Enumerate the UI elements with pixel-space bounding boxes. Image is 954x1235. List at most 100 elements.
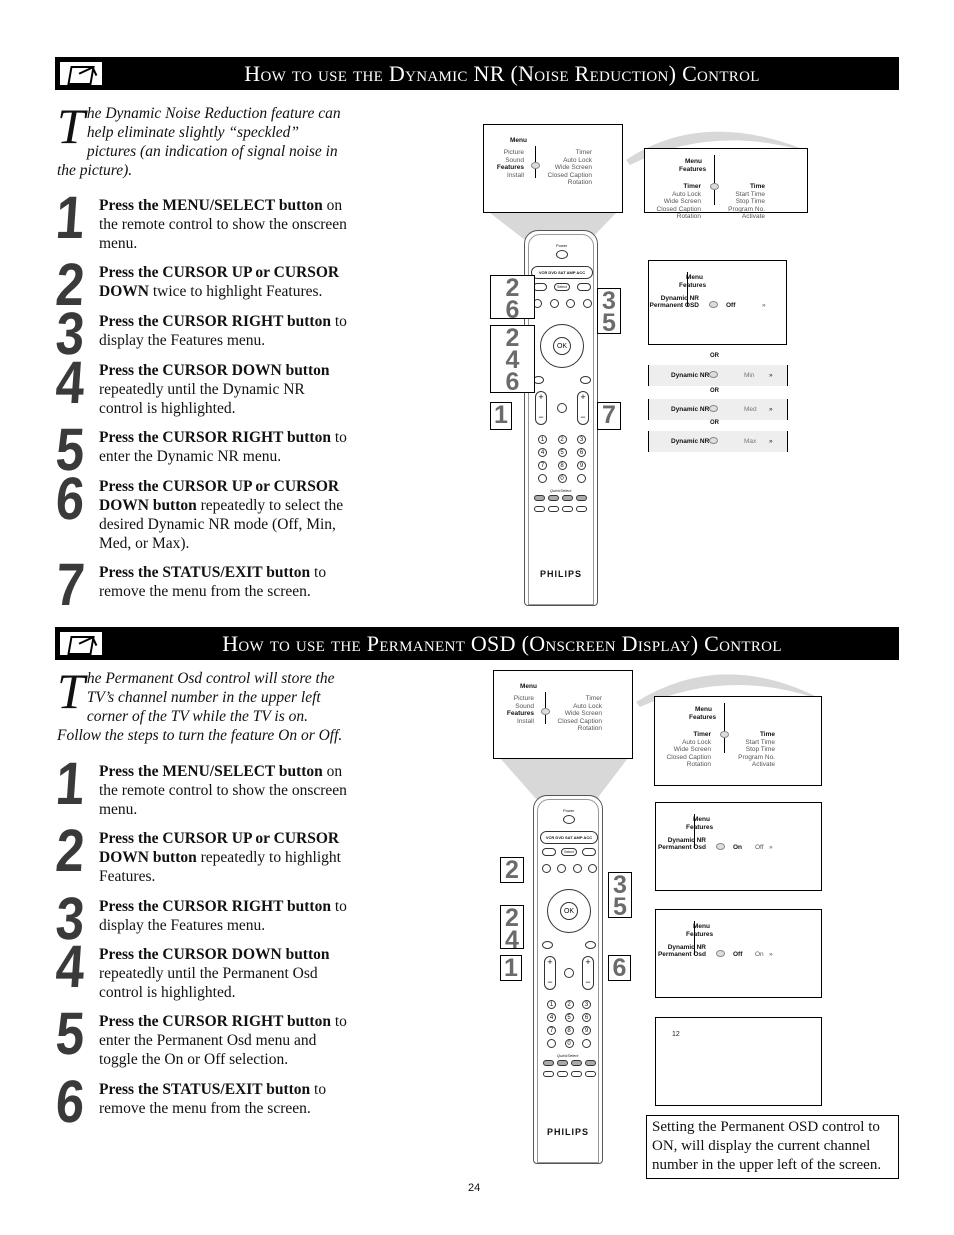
number-key[interactable]: 0 [564,1039,574,1048]
function-button[interactable] [533,283,547,291]
menu-item[interactable]: Picture [514,695,534,703]
volume-rocker[interactable]: + − [535,391,547,425]
function-button[interactable] [582,848,596,856]
quick-button[interactable] [557,1060,568,1066]
menu-item[interactable]: Features [497,164,524,172]
mode-value[interactable]: Min [744,372,754,379]
quick-button[interactable] [557,1071,568,1077]
number-key[interactable]: 8 [557,461,567,470]
menu-item[interactable]: Picture [504,149,524,157]
number-key[interactable] [547,1039,556,1048]
quick-button[interactable] [543,1060,554,1066]
transport-button[interactable] [583,299,592,308]
features-item[interactable]: Timer [683,183,701,191]
select-button[interactable]: Select [554,283,570,291]
or-label: OR [710,388,719,394]
selected-value[interactable]: Off [733,951,742,959]
number-key[interactable] [582,1039,591,1048]
quick-button[interactable] [562,495,573,501]
number-key[interactable]: 9 [577,461,586,470]
menu-item[interactable]: Features [507,710,534,718]
features-item[interactable]: Auto Lock [672,191,701,199]
mode-value[interactable]: Med [744,406,757,413]
mode-value[interactable]: Max [744,438,756,445]
selected-value[interactable]: On [733,844,742,852]
features-item[interactable]: Timer [693,731,711,739]
quick-button[interactable] [534,506,545,512]
quick-button[interactable] [585,1071,596,1077]
number-key[interactable] [538,474,547,483]
number-key[interactable]: 4 [538,448,547,457]
quick-button[interactable] [534,495,545,501]
quick-button[interactable] [543,1071,554,1077]
submenu-item: Wide Screen [564,710,602,717]
permanent-osd-item[interactable]: Permanent Osd [658,844,706,852]
quick-button[interactable] [548,506,559,512]
quick-button[interactable] [576,495,587,501]
quickselect-label: QuickSelect [550,488,572,493]
number-key[interactable]: 2 [557,435,567,444]
menu-item[interactable]: Sound [505,157,524,165]
volume-rocker[interactable]: + − [544,956,556,990]
function-button[interactable] [542,848,556,856]
status-exit-button[interactable] [585,941,596,949]
source-buttons[interactable]: VCR DVD SAT AMP ACC [531,266,593,279]
ok-button[interactable]: OK [560,902,578,920]
quick-button[interactable] [571,1071,582,1077]
number-key[interactable]: 9 [582,1026,591,1035]
transport-button[interactable] [549,299,559,308]
features-menu-screen: Menu Features Timer Auto Lock Wide Screen Cl… [644,148,808,220]
number-key[interactable]: 3 [582,1000,591,1009]
quick-button[interactable] [562,506,573,512]
number-key[interactable]: 4 [547,1013,556,1022]
function-button[interactable] [577,283,591,291]
number-key[interactable]: 8 [564,1026,574,1035]
selected-value[interactable]: Off [726,302,735,310]
number-key[interactable]: 7 [538,461,547,470]
transport-button[interactable] [588,864,597,873]
select-button[interactable]: Select [561,848,577,856]
power-button[interactable] [556,250,568,259]
mute-button[interactable] [564,968,574,978]
features-item[interactable]: Auto Lock [682,739,711,747]
number-key[interactable]: 7 [547,1026,556,1035]
power-button[interactable] [563,815,575,824]
features-item[interactable]: Rotation [687,761,711,769]
number-key[interactable]: 5 [557,448,567,457]
menu-item[interactable]: Sound [515,703,534,711]
number-key[interactable]: 0 [557,474,567,483]
number-key[interactable]: 3 [577,435,586,444]
transport-button[interactable] [542,864,551,873]
mute-button[interactable] [557,403,567,413]
quick-button[interactable] [571,1060,582,1066]
quick-button[interactable] [585,1060,596,1066]
number-key[interactable]: 6 [577,448,586,457]
menu-title: Menu [693,923,710,930]
feature-setting-screen: Menu Features Dynamic NR Permanent OSD O… [648,260,787,345]
number-key[interactable] [577,474,586,483]
number-key[interactable]: 1 [547,1000,556,1009]
menu-select-button[interactable] [542,941,553,949]
status-exit-button[interactable] [580,376,591,384]
channel-rocker[interactable]: + − [582,956,594,990]
permanent-osd-item[interactable]: Permanent OSD [650,302,700,310]
features-item[interactable]: Closed Caption [667,754,711,762]
features-item[interactable]: Rotation [677,213,701,221]
ok-button[interactable]: OK [553,337,571,355]
features-item[interactable]: Closed Caption [657,206,701,214]
source-buttons[interactable]: VCR DVD SAT AMP ACC [540,831,598,844]
permanent-osd-item[interactable]: Permanent Osd [658,951,706,959]
callout-numbers: 2 4 [505,904,519,954]
transport-button[interactable] [572,864,582,873]
features-item[interactable]: Wide Screen [664,198,701,206]
number-key[interactable]: 2 [564,1000,574,1009]
number-key[interactable]: 5 [564,1013,574,1022]
features-item[interactable]: Wide Screen [674,746,711,754]
number-key[interactable]: 6 [582,1013,591,1022]
channel-rocker[interactable]: + − [577,391,589,425]
number-key[interactable]: 1 [538,435,547,444]
quick-button[interactable] [548,495,559,501]
quick-button[interactable] [576,506,587,512]
menu-item[interactable]: Install [517,718,534,726]
menu-item[interactable]: Install [507,172,524,180]
